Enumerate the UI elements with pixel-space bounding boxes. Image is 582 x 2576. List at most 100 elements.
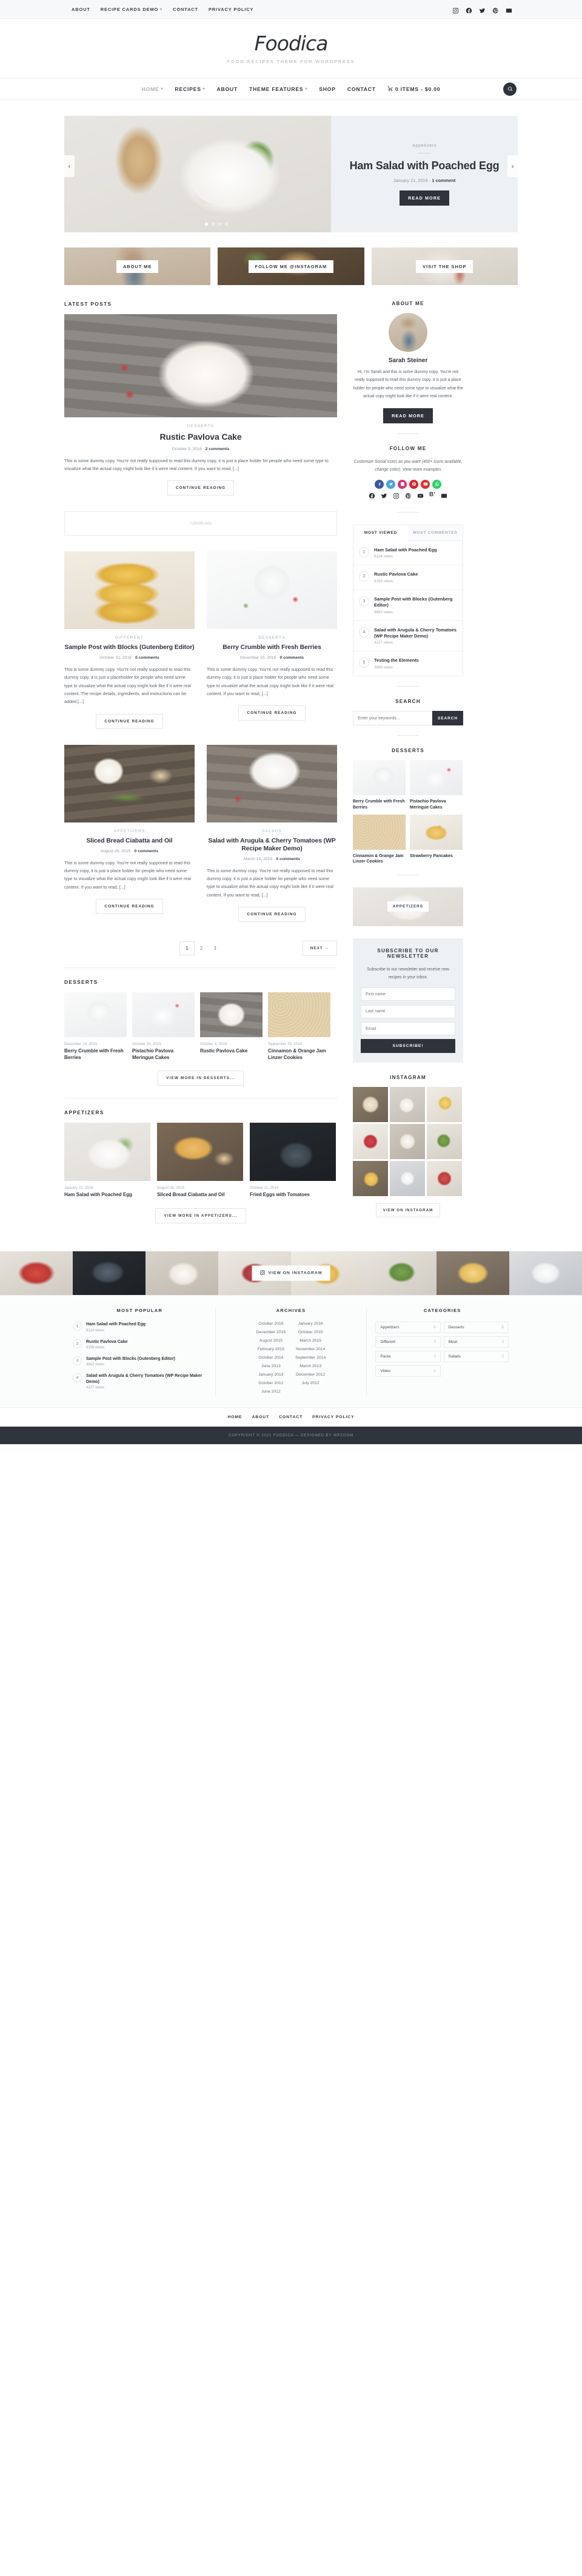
view-on-instagram-link[interactable]: VIEW ON INSTAGRAM	[375, 1203, 441, 1218]
instagram-strip-thumb[interactable]	[436, 1251, 509, 1296]
search-submit-button[interactable]: SEARCH	[432, 711, 463, 726]
post-image[interactable]	[157, 1123, 243, 1182]
post-comments[interactable]: 0 comments	[280, 656, 304, 660]
facebook-icon[interactable]	[375, 479, 384, 489]
nav-item-about[interactable]: ABOUT	[217, 86, 238, 92]
pinterest-icon[interactable]	[492, 6, 499, 13]
slider-dot[interactable]	[218, 223, 221, 226]
top-nav-item-contact[interactable]: CONTACT	[173, 7, 198, 12]
post-title[interactable]: Salad with Arugula & Cherry Tomatoes (WP…	[207, 837, 337, 853]
view-more-appetizers-button[interactable]: VIEW MORE IN APPETIZERS...	[155, 1208, 246, 1224]
popular-post-row[interactable]: 5 Testing the Elements 3668 views	[353, 651, 463, 676]
post-title[interactable]: Berry Crumble with Fresh Berries	[207, 644, 337, 651]
page-number[interactable]: 2	[195, 942, 208, 955]
continue-reading-button[interactable]: CONTINUE READING	[96, 713, 163, 729]
footer-nav-privacy-policy[interactable]: PRIVACY POLICY	[312, 1415, 354, 1419]
tab-most-commented[interactable]: MOST COMMENTED	[408, 525, 463, 541]
continue-reading-button[interactable]: CONTINUE READING	[96, 898, 163, 914]
instagram-thumb[interactable]	[353, 1124, 388, 1160]
nav-item-theme-features[interactable]: THEME FEATURES ▾	[249, 86, 307, 92]
post-image[interactable]	[64, 744, 195, 822]
instagram-thumb[interactable]	[353, 1087, 388, 1123]
sidebar-banner-appetizers[interactable]: APPETIZERS	[353, 887, 463, 926]
popular-post-row[interactable]: 4 Salad with Arugula & Cherry Tomatoes (…	[353, 621, 463, 652]
archive-link[interactable]: March 2015	[295, 1339, 326, 1343]
page-number[interactable]: 1	[179, 941, 195, 955]
slider-next-arrow[interactable]: ›	[507, 155, 518, 177]
whatsapp-icon[interactable]	[432, 479, 441, 489]
post-category[interactable]: SALADS	[207, 829, 337, 833]
archive-link[interactable]: February 2015	[256, 1347, 286, 1351]
post-title[interactable]: Berry Crumble with Fresh Berries	[64, 1048, 127, 1061]
search-toggle-button[interactable]	[503, 82, 517, 96]
instagram-thumb[interactable]	[427, 1087, 462, 1123]
slider-prev-arrow[interactable]: ‹	[64, 155, 75, 177]
post-title[interactable]: Salad with Arugula & Cherry Tomatoes (WP…	[374, 627, 457, 639]
pinterest-icon[interactable]	[405, 491, 412, 502]
archive-link[interactable]: November 2014	[295, 1347, 326, 1351]
youtube-icon[interactable]	[417, 491, 424, 502]
category-link[interactable]: Pasta 3	[375, 1351, 441, 1363]
post-image[interactable]	[268, 992, 330, 1037]
popular-post-row[interactable]: 1 Ham Salad with Poached Egg 8124 views	[353, 541, 463, 566]
footer-post-row[interactable]: 1 Ham Salad with Poached Egg 8124 views	[73, 1322, 207, 1333]
post-title[interactable]: Sample Post with Blocks (Gutenberg Edito…	[374, 596, 457, 608]
instagram-strip-thumb[interactable]	[509, 1251, 582, 1296]
site-logo[interactable]: Foodica	[0, 33, 582, 53]
post-image[interactable]	[200, 992, 263, 1037]
archive-link[interactable]: June 2012	[256, 1390, 286, 1394]
post-title[interactable]: Ham Salad with Poached Egg	[374, 547, 437, 553]
instagram-thumb[interactable]	[353, 1161, 388, 1197]
footer-nav-home[interactable]: HOME	[227, 1415, 242, 1419]
nav-item-contact[interactable]: CONTACT	[347, 86, 376, 92]
archive-link[interactable]: June 2013	[256, 1364, 286, 1368]
post-image[interactable]	[64, 314, 337, 417]
instagram-icon[interactable]	[452, 6, 459, 13]
continue-reading-button[interactable]: CONTINUE READING	[167, 480, 235, 496]
archive-link[interactable]: December 2015	[256, 1330, 286, 1334]
pinterest-icon[interactable]	[409, 479, 418, 489]
post-title[interactable]: Cinnamon & Orange Jam Linzer Cookies	[353, 853, 406, 865]
instagram-icon[interactable]	[398, 479, 407, 489]
youtube-icon[interactable]	[421, 479, 430, 489]
popular-post-row[interactable]: 3 Sample Post with Blocks (Gutenberg Edi…	[353, 590, 463, 621]
post-title[interactable]: Pistachio Pavlova Meringue Cakes	[132, 1048, 195, 1061]
hero-slide-comments[interactable]: 1 comment	[432, 178, 455, 183]
post-title[interactable]: Testing the Elements	[374, 657, 419, 664]
post-title[interactable]: Sample Post with Blocks (Gutenberg Edito…	[64, 644, 195, 651]
view-more-desserts-button[interactable]: VIEW MORE IN DESSERTS...	[158, 1071, 244, 1086]
post-title[interactable]: Rustic Pavlova Cake	[86, 1339, 127, 1345]
post-image[interactable]	[410, 814, 463, 850]
twitter-icon[interactable]	[479, 6, 486, 13]
category-link[interactable]: Meat 3	[443, 1336, 509, 1348]
post-category[interactable]: DESSERTS	[207, 636, 337, 640]
post-title[interactable]: Ham Salad with Poached Egg	[64, 1192, 150, 1199]
archive-link[interactable]: October 2012	[256, 1381, 286, 1385]
instagram-thumb[interactable]	[427, 1161, 462, 1197]
nav-item-recipes[interactable]: RECIPES ▾	[175, 86, 205, 92]
newsletter-subscribe-button[interactable]: SUBSCRIBE!	[361, 1039, 455, 1054]
continue-reading-button[interactable]: CONTINUE READING	[238, 705, 306, 721]
instagram-thumb[interactable]	[390, 1124, 425, 1160]
facebook-icon[interactable]	[369, 491, 375, 502]
popular-post-row[interactable]: 2 Rustic Pavlova Cake 6159 views	[353, 565, 463, 591]
page-number[interactable]: 3	[208, 942, 221, 955]
slider-dot[interactable]	[205, 223, 208, 226]
post-comments[interactable]: 0 comments	[276, 857, 300, 861]
post-comments[interactable]: 0 comments	[135, 656, 159, 660]
instagram-thumb[interactable]	[390, 1087, 425, 1123]
instagram-thumb[interactable]	[427, 1124, 462, 1160]
instagram-strip-thumb[interactable]	[73, 1251, 146, 1296]
post-title[interactable]: Strawberry Pancakes	[410, 853, 463, 859]
post-title[interactable]: Pistachio Pavlova Meringue Cakes	[410, 799, 463, 810]
promo-box-shop[interactable]: VISIT THE SHOP	[371, 247, 518, 285]
archive-link[interactable]: January 2016	[295, 1322, 326, 1326]
post-title[interactable]: Salad with Arugula & Cherry Tomatoes (WP…	[86, 1373, 207, 1385]
footer-post-row[interactable]: 2 Rustic Pavlova Cake 6159 views	[73, 1339, 207, 1350]
slider-dot[interactable]	[212, 223, 215, 226]
post-title[interactable]: Ham Salad with Poached Egg	[86, 1322, 146, 1327]
instagram-strip-thumb[interactable]	[0, 1251, 73, 1296]
post-image[interactable]	[132, 992, 195, 1037]
twitter-icon[interactable]	[381, 491, 387, 502]
facebook-icon[interactable]	[466, 6, 472, 13]
